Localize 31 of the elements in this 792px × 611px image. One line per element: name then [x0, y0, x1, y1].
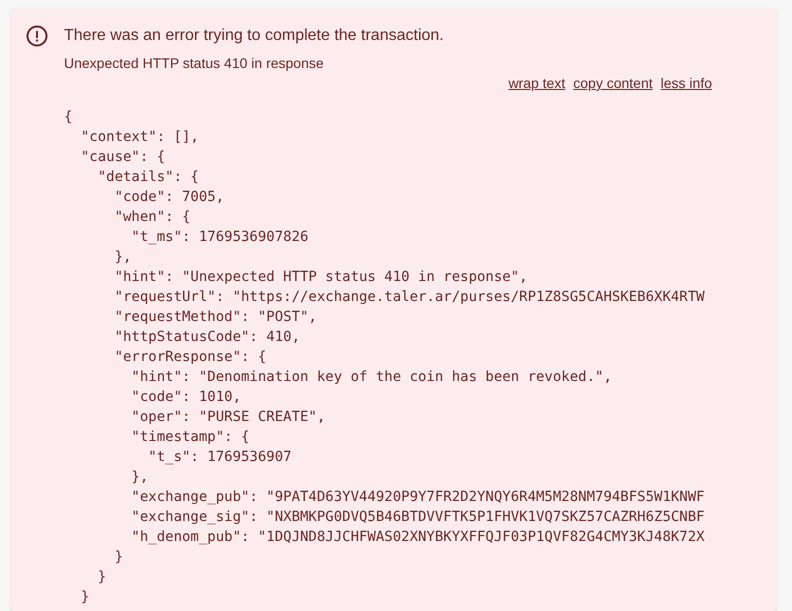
code-line: "requestUrl": "https://exchange.taler.ar/purses/RP1Z8SG5CAHSKEB6XK4RTW — [114, 288, 706, 307]
code-line: "details": { — [96, 168, 200, 187]
code-line: "t_s": 1769536907 — [147, 448, 293, 467]
code-line: } — [96, 568, 108, 587]
code-line: "timestamp": { — [130, 428, 250, 447]
error-icon — [26, 25, 48, 47]
action-link[interactable]: copy content — [573, 73, 653, 93]
code-line: } — [114, 548, 124, 567]
code-line: "when": { — [114, 208, 192, 227]
code-line: "exchange_sig": "NXBMKPG0DVQ5B46BTDVVFTK5P1FHVK1VQ7SKZ57CAZRH6Z5CNBF — [130, 508, 706, 527]
code-line: "oper": "PURSE CREATE", — [130, 408, 326, 427]
code-line: }, — [114, 248, 132, 267]
error-message: Unexpected HTTP status 410 in response — [64, 54, 325, 73]
code-line: "exchange_pub": "9PAT4D63YV44920P9Y7FR2D2YNQY6R4M5M28NM794BFS5W1KNWF — [130, 488, 706, 507]
code-line: "hint": "Unexpected HTTP status 410 in response", — [114, 268, 529, 287]
error-title: There was an error trying to complete the transaction. — [64, 26, 445, 46]
code-line: "requestMethod": "POST", — [114, 308, 318, 327]
code-line: "cause": { — [80, 148, 166, 167]
code-line: "hint": "Denomination key of the coin has been revoked.", — [130, 368, 613, 387]
code-line: { — [64, 108, 74, 127]
code-line: "h_denom_pub": "1DQJND8JJCHFWAS02XNYBKYXFFQJF03P1QVF82G4CMY3KJ48K72X — [130, 528, 706, 547]
code-line: }, — [130, 468, 150, 487]
code-line: "context": [], — [80, 128, 200, 147]
code-line: "code": 7005, — [114, 188, 226, 207]
action-link[interactable]: less info — [660, 73, 712, 93]
code-line: "t_ms": 1769536907826 — [130, 228, 310, 247]
code-line: "code": 1010, — [130, 388, 242, 407]
code-line: } — [80, 588, 90, 607]
code-line: "errorResponse": { — [114, 348, 268, 367]
action-link[interactable]: wrap text — [508, 73, 566, 93]
code-line: "httpStatusCode": 410, — [114, 328, 302, 347]
